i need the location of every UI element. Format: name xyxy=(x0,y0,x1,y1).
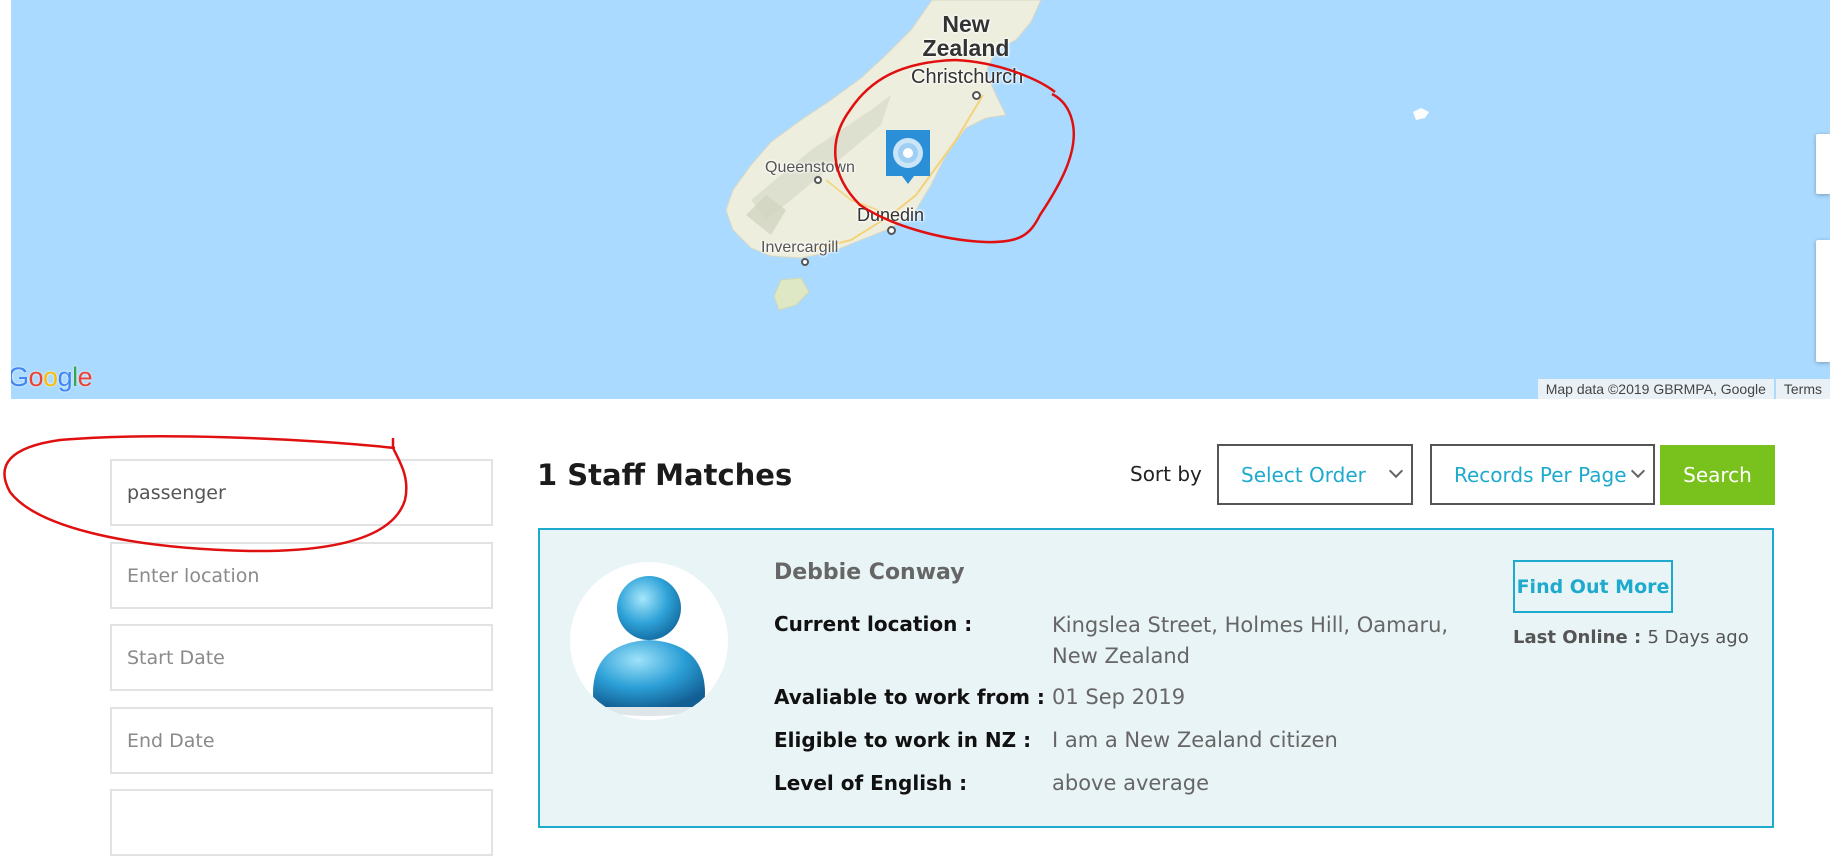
chevron-down-icon xyxy=(1388,463,1404,479)
sort-by-label: Sort by xyxy=(1130,462,1202,486)
google-logo: Google xyxy=(11,362,93,392)
field-value-available: 01 Sep 2019 xyxy=(1052,685,1186,709)
staff-name: Debbie Conway xyxy=(774,560,965,585)
start-date-input[interactable] xyxy=(110,624,493,691)
field-label-english: Level of English : xyxy=(774,771,968,795)
map-attribution: Map data ©2019 GBRMPA, Google Terms xyxy=(1536,379,1830,399)
last-online-label: Last Online : xyxy=(1513,627,1642,648)
user-avatar-icon xyxy=(593,576,705,716)
map-label-invercargill: Invercargill xyxy=(761,239,839,256)
extra-filter-input[interactable] xyxy=(110,789,493,856)
last-online-value: 5 Days ago xyxy=(1647,627,1749,648)
field-value-english: above average xyxy=(1052,771,1210,795)
zoom-control[interactable] xyxy=(1816,240,1830,362)
last-online: Last Online : 5 Days ago xyxy=(1513,627,1749,648)
end-date-input[interactable] xyxy=(110,707,493,774)
map-label-christchurch: Christchurch xyxy=(911,66,1024,88)
map-label-dunedin: Dunedin xyxy=(857,205,925,225)
map-view[interactable]: New Zealand Christchurch Queenstown Dune… xyxy=(11,0,1830,399)
fullscreen-control[interactable] xyxy=(1816,134,1830,194)
records-per-page-select[interactable]: Records Per Page xyxy=(1430,444,1655,505)
records-per-page-value: Records Per Page xyxy=(1454,462,1627,487)
city-dot-queenstown xyxy=(814,176,822,184)
chevron-down-icon xyxy=(1630,463,1646,479)
map-label-country: New Zealand xyxy=(922,11,1010,61)
field-label-location: Current location : xyxy=(774,612,973,636)
results-count-title: 1 Staff Matches xyxy=(537,458,793,492)
field-value-eligible: I am a New Zealand citizen xyxy=(1052,728,1338,752)
profile-marker-icon[interactable] xyxy=(886,130,930,186)
order-select[interactable]: Select Order xyxy=(1217,444,1413,505)
avatar xyxy=(570,562,728,720)
order-select-value: Select Order xyxy=(1241,462,1366,487)
map-terms-link[interactable]: Terms xyxy=(1775,379,1830,399)
city-dot-invercargill xyxy=(801,258,809,266)
map-attribution-text: Map data ©2019 GBRMPA, Google xyxy=(1537,379,1774,399)
city-dot-christchurch xyxy=(972,91,981,100)
search-button[interactable]: Search xyxy=(1660,445,1775,505)
location-input[interactable] xyxy=(110,542,493,609)
find-out-more-button[interactable]: Find Out More xyxy=(1513,560,1673,613)
staff-card: Debbie Conway Current location : Kingsle… xyxy=(538,528,1774,828)
city-dot-dunedin xyxy=(887,226,896,235)
keyword-input[interactable] xyxy=(110,459,493,526)
field-value-location: Kingslea Street, Holmes Hill, Oamaru, Ne… xyxy=(1052,613,1449,668)
field-label-eligible: Eligible to work in NZ : xyxy=(774,728,1032,752)
map-label-queenstown: Queenstown xyxy=(765,159,855,176)
field-label-available: Avaliable to work from : xyxy=(774,685,1045,709)
